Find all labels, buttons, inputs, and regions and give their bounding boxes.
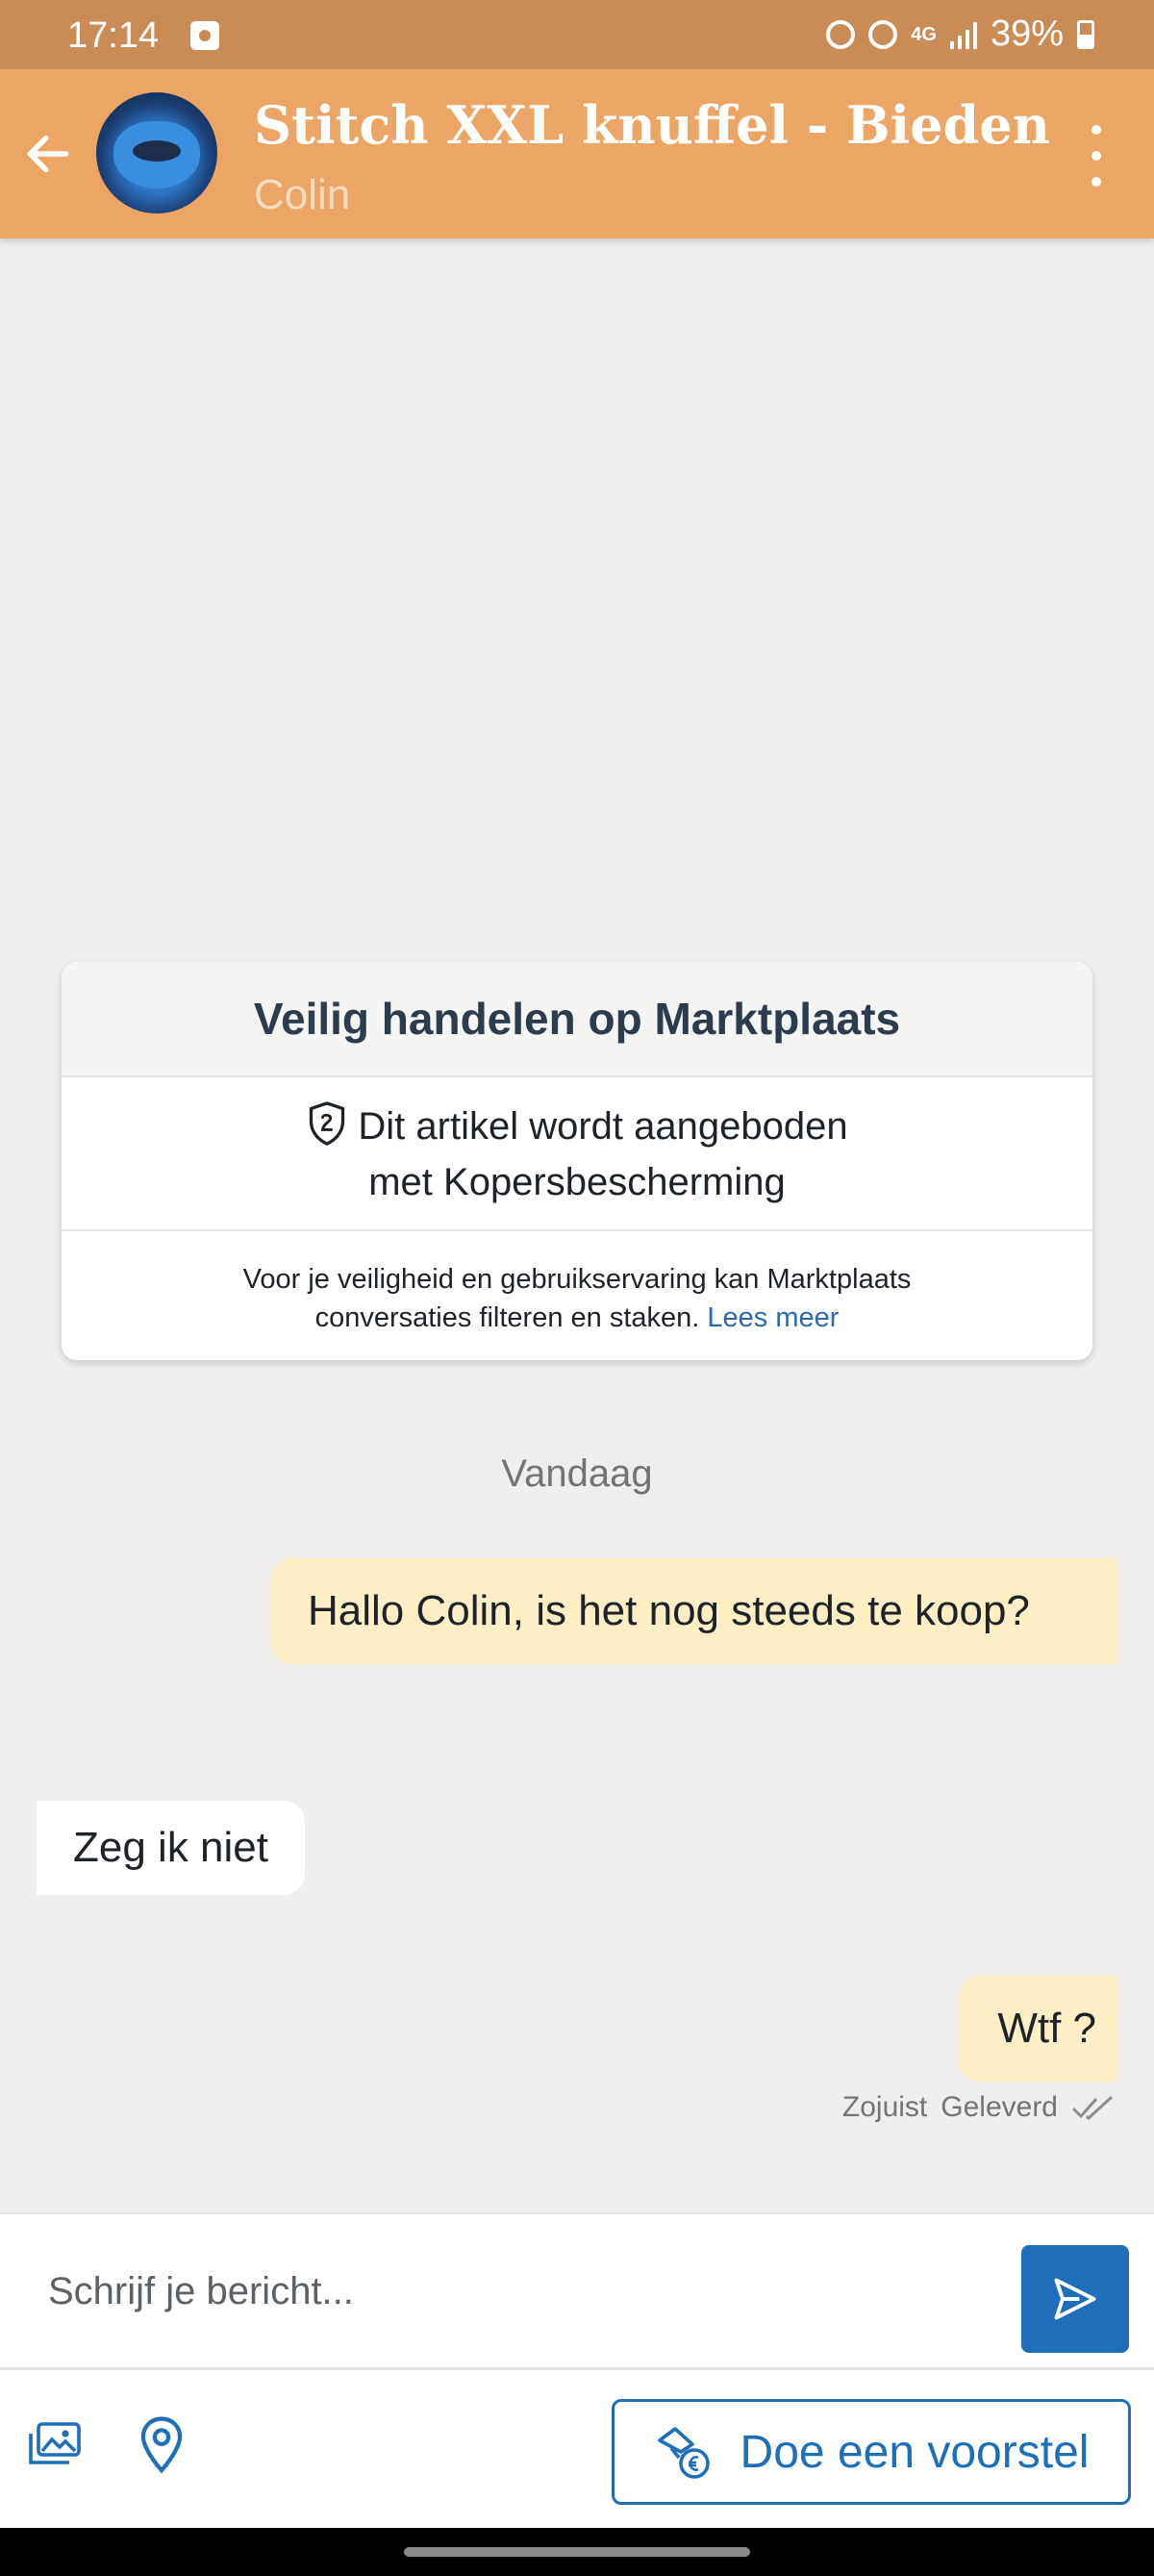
message-composer: [0, 2212, 1154, 2370]
double-check-icon: [1071, 2095, 1114, 2121]
signal-icon: [949, 20, 977, 49]
arrow-left-icon: [27, 135, 69, 173]
message-status: Zojuist Geleverd: [842, 2091, 1116, 2124]
bottom-toolbar: Doe een voorstel: [0, 2370, 1154, 2528]
make-offer-button[interactable]: Doe een voorstel: [612, 2399, 1131, 2505]
battery-icon: [1077, 19, 1094, 49]
shield-icon: [306, 1100, 348, 1158]
message-input[interactable]: [48, 2260, 971, 2322]
send-button[interactable]: [1021, 2245, 1129, 2353]
message-time: Zojuist: [841, 2091, 928, 2123]
system-nav-bar: [0, 2528, 1154, 2576]
more-options-icon[interactable]: [1085, 125, 1108, 187]
safety-notice-line-2: conversaties filteren en staken.: [314, 1302, 700, 1333]
safety-notice-line-1: Voor je veiligheid en gebruikservaring k…: [242, 1264, 912, 1295]
read-more-link[interactable]: Lees meer: [707, 1302, 839, 1333]
status-icons: 4G 39%: [826, 13, 1094, 55]
home-gesture-bar[interactable]: [404, 2547, 750, 2557]
message-outgoing[interactable]: Wtf ?: [959, 1976, 1117, 2082]
date-separator: Vandaag: [501, 1452, 653, 1495]
message-incoming[interactable]: Zeg ik niet: [37, 1801, 305, 1895]
avatar[interactable]: [96, 92, 217, 214]
offer-hand-coin-icon: [657, 2427, 710, 2479]
delivery-status: Geleverd: [941, 2091, 1058, 2123]
safety-card: Veilig handelen op Marktplaats Dit artik…: [62, 962, 1092, 1360]
location-pin-icon[interactable]: [129, 2412, 194, 2478]
status-time: 17:14: [67, 15, 160, 56]
message-outgoing[interactable]: Hallo Colin, is het nog steeds te koop?: [271, 1558, 1117, 1664]
protection-line-1: Dit artikel wordt aangeboden: [358, 1105, 848, 1148]
network-type: 4G: [911, 23, 937, 45]
image-gallery-icon[interactable]: [21, 2412, 87, 2478]
make-offer-label: Doe een voorstel: [740, 2426, 1090, 2478]
safety-notice: Voor je veiligheid en gebruikservaring k…: [62, 1231, 1092, 1337]
chat-header: Stitch XXL knuffel - Bieden Colin: [0, 69, 1154, 239]
status-bar: 17:14 4G 39%: [0, 0, 1154, 69]
contact-name: Colin: [254, 171, 351, 218]
send-icon: [1054, 2278, 1096, 2320]
buyer-protection-notice: Dit artikel wordt aangeboden met Kopersb…: [62, 1077, 1092, 1231]
protection-line-2: met Kopersbescherming: [368, 1161, 786, 1203]
back-button[interactable]: [13, 119, 83, 189]
sync-icon: [826, 19, 856, 49]
safety-card-title: Veilig handelen op Marktplaats: [62, 962, 1092, 1077]
alarm-icon: [868, 19, 898, 49]
battery-percent: 39%: [990, 13, 1064, 54]
notification-icon: [190, 21, 219, 50]
page-title: Stitch XXL knuffel - Bieden: [254, 94, 1050, 156]
